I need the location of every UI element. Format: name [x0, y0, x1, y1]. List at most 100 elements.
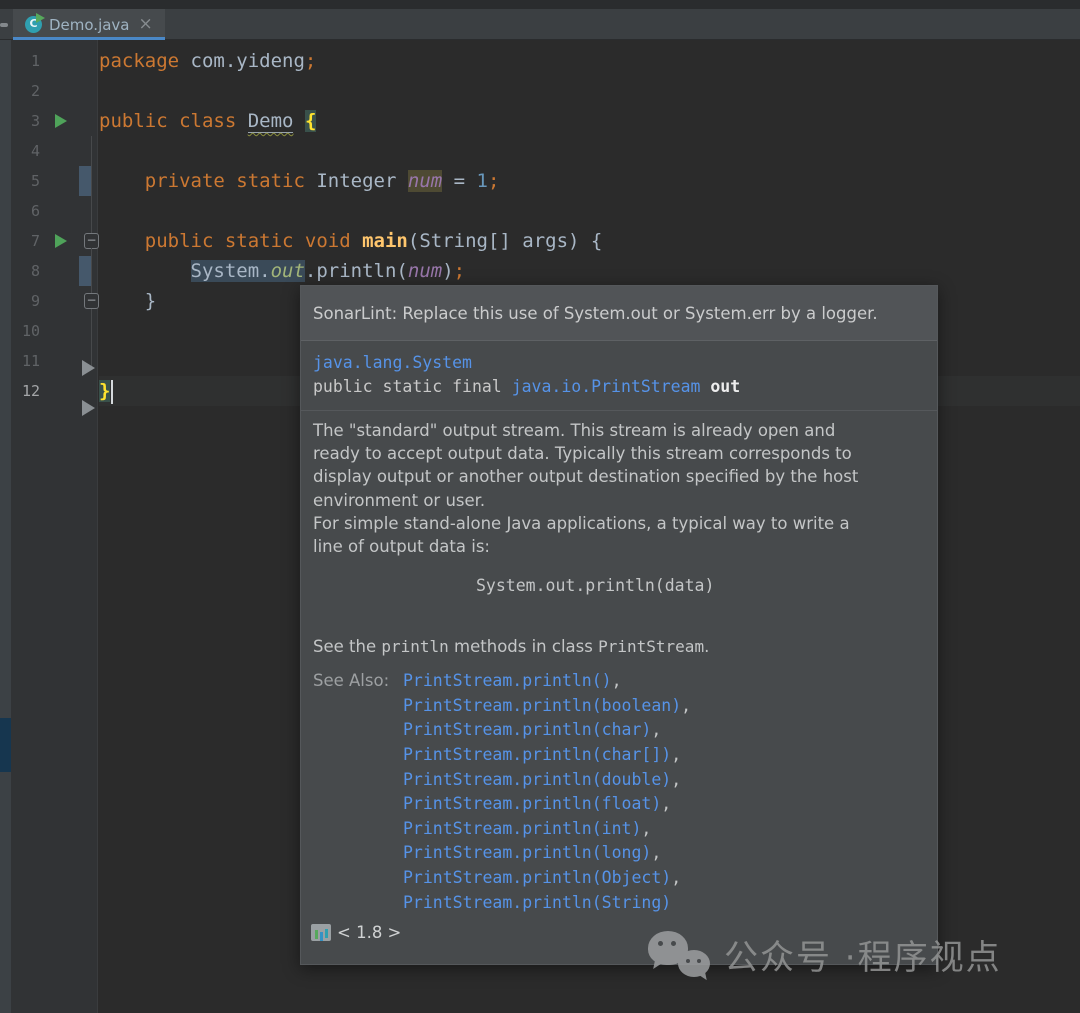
code-token: num [408, 170, 442, 192]
jdk-version-switcher[interactable]: < 1.8 > [311, 923, 401, 942]
see-also-link[interactable]: PrintStream.println(char[]) [403, 745, 671, 764]
code-line[interactable] [99, 76, 1080, 106]
text-caret [111, 380, 113, 404]
see-also-link[interactable]: PrintStream.println(double) [403, 770, 671, 789]
doc-text: methods in class [449, 637, 598, 656]
window-top-edge [0, 0, 1080, 9]
list-separator: , [671, 745, 681, 764]
fold-handle-icon[interactable] [82, 400, 95, 416]
field-declaration: public static final java.io.PrintStream … [313, 375, 925, 399]
printstream-link[interactable]: java.io.PrintStream [512, 377, 701, 396]
stripe-handle-icon[interactable] [0, 23, 8, 27]
tool-window-stripe[interactable] [0, 40, 11, 1013]
code-token: public class [99, 110, 248, 132]
list-separator: , [651, 843, 661, 862]
close-icon[interactable]: × [139, 16, 153, 33]
code-line[interactable]: package com.yideng; [99, 46, 1080, 76]
code-token: .println( [305, 260, 408, 282]
jdk-version-icon [311, 924, 331, 941]
list-separator: , [681, 696, 691, 715]
code-token: System. [191, 260, 271, 282]
code-token: package [99, 50, 191, 72]
line-number[interactable]: 7 [11, 226, 40, 256]
code-line[interactable]: public static void main(String[] args) { [99, 226, 1080, 256]
tool-stripe-badge[interactable] [0, 718, 11, 772]
see-also-section: See Also: PrintStream.println(),PrintStr… [313, 669, 925, 915]
line-number[interactable]: 2 [11, 76, 40, 106]
line-number[interactable]: 1 [11, 46, 40, 76]
code-line[interactable]: public class Demo { [99, 106, 1080, 136]
line-number[interactable]: 6 [11, 196, 40, 226]
doc-text: println [381, 637, 448, 656]
line-number[interactable]: 11 [11, 346, 40, 376]
see-also-link[interactable]: PrintStream.println(float) [403, 794, 661, 813]
jdk-version-label[interactable]: < 1.8 > [337, 923, 401, 942]
code-line[interactable]: System.out.println(num); [99, 256, 1080, 286]
fold-end-icon[interactable] [84, 293, 99, 309]
code-token: Demo [248, 110, 294, 133]
fold-start-icon[interactable] [84, 233, 99, 249]
sonarlint-warning: SonarLint: Replace this use of System.ou… [301, 286, 937, 341]
list-separator: , [671, 770, 681, 789]
java-class-icon [25, 16, 42, 33]
signature-token: out [710, 377, 740, 396]
list-separator: , [651, 720, 661, 739]
tab-demo-java[interactable]: Demo.java × [13, 9, 165, 40]
sonarlint-message: SonarLint: Replace this use of System.ou… [313, 304, 878, 323]
code-token: out [271, 260, 305, 282]
editor-gutter[interactable]: 123456789101112 [11, 40, 98, 1013]
code-token: Integer [316, 170, 408, 192]
code-token [99, 230, 145, 252]
code-token: private static [145, 170, 317, 192]
doc-text: PrintStream [598, 637, 704, 656]
doc-code-example: System.out.println(data) [476, 576, 925, 595]
code-token: ; [305, 50, 316, 72]
run-icon[interactable] [55, 234, 67, 248]
code-token: (String[] args) { [408, 230, 602, 252]
run-icon[interactable] [55, 114, 67, 128]
list-separator: , [612, 671, 622, 690]
doc-description: The "standard" output stream. This strea… [313, 419, 925, 558]
fold-handle-icon[interactable] [82, 360, 95, 376]
see-also-link[interactable]: PrintStream.println(String) [403, 893, 671, 912]
class-link[interactable]: java.lang.System [313, 353, 472, 372]
code-token: num [408, 260, 442, 282]
code-token [99, 260, 191, 282]
vcs-change-marker [79, 166, 91, 196]
line-number[interactable]: 3 [11, 106, 40, 136]
line-number[interactable]: 10 [11, 316, 40, 346]
code-token: main [362, 230, 408, 252]
code-token [293, 110, 304, 132]
ide-window: package com.yideng; public class Demo { p… [0, 0, 1080, 1013]
see-also-link[interactable]: PrintStream.println(char) [403, 720, 651, 739]
line-number[interactable]: 4 [11, 136, 40, 166]
line-number[interactable]: 9 [11, 286, 40, 316]
line-number[interactable]: 8 [11, 256, 40, 286]
signature-token [700, 377, 710, 396]
code-token: ; [488, 170, 499, 192]
code-token: com.yideng [191, 50, 305, 72]
code-line[interactable] [99, 136, 1080, 166]
line-number[interactable]: 12 [11, 376, 40, 406]
code-line[interactable] [99, 196, 1080, 226]
doc-body: The "standard" output stream. This strea… [301, 411, 937, 964]
list-separator: , [661, 794, 671, 813]
code-token [99, 170, 145, 192]
see-also-link[interactable]: PrintStream.println(Object) [403, 868, 671, 887]
doc-see-line: See the println methods in class PrintSt… [313, 637, 925, 656]
fold-connector-line [91, 248, 92, 293]
code-line[interactable]: private static Integer num = 1; [99, 166, 1080, 196]
code-token: { [305, 110, 316, 132]
see-also-link[interactable]: PrintStream.println(int) [403, 819, 641, 838]
code-token: } [99, 290, 156, 312]
see-also-link[interactable]: PrintStream.println(long) [403, 843, 651, 862]
see-also-link[interactable]: PrintStream.println() [403, 671, 612, 690]
signature-block: java.lang.System public static final jav… [301, 341, 937, 411]
list-separator: , [671, 868, 681, 887]
code-token: ) [442, 260, 453, 282]
line-number[interactable]: 5 [11, 166, 40, 196]
doc-text: . [704, 637, 709, 656]
see-also-link[interactable]: PrintStream.println(boolean) [403, 696, 681, 715]
active-tab-indicator [13, 37, 165, 40]
code-token: } [99, 380, 110, 402]
